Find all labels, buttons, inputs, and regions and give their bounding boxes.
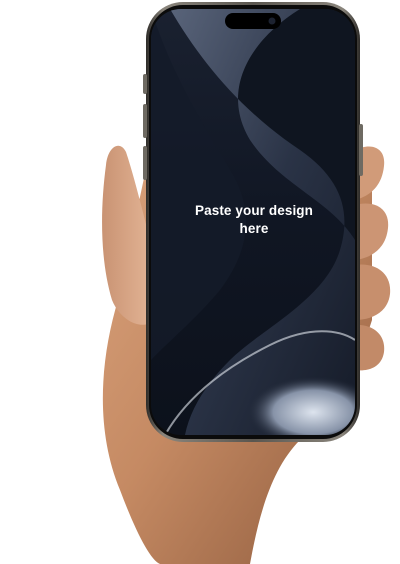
action-button	[143, 74, 147, 94]
volume-down-button	[143, 146, 147, 180]
placeholder-line-2: here	[239, 221, 269, 236]
power-button	[359, 124, 363, 176]
phone-mockup-illustration	[102, 2, 391, 564]
front-camera-icon	[268, 17, 276, 25]
finger-3-shape	[355, 264, 391, 320]
phone-mockup-scene: Paste your design here	[0, 0, 400, 564]
volume-up-button	[143, 104, 147, 138]
placeholder-line-1: Paste your design	[195, 203, 313, 218]
design-placeholder-text: Paste your design here	[150, 202, 358, 238]
